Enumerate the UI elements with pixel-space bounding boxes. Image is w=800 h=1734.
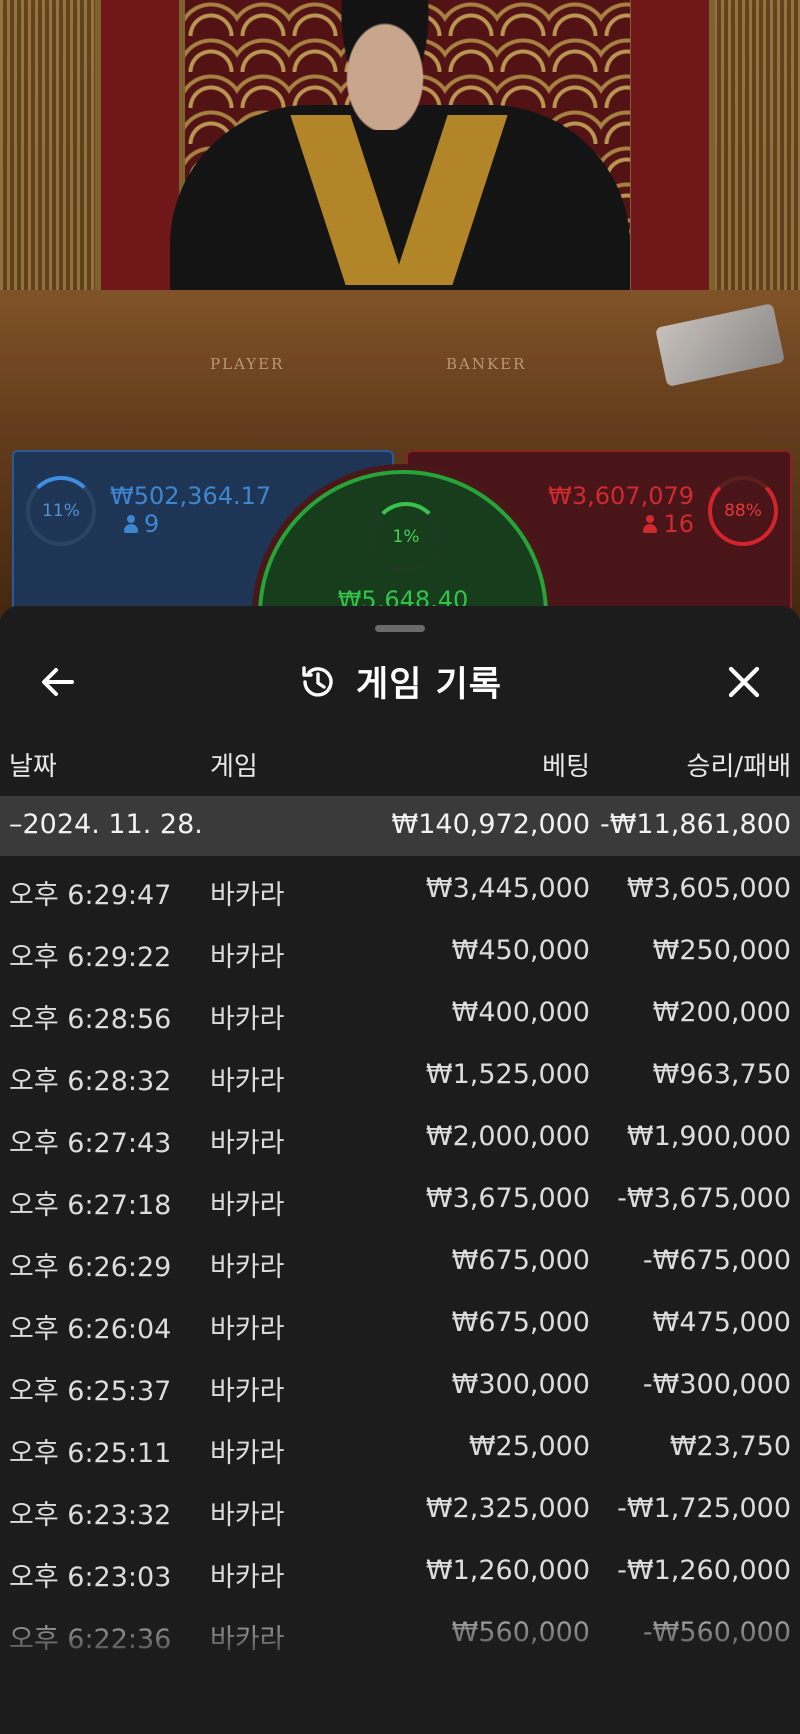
row-game: 바카라 <box>210 1562 285 1593</box>
tie-percent: 1% <box>392 527 420 547</box>
row-bet: ₩2,000,000 <box>425 1121 590 1152</box>
row-time: 오후 6:23:03 <box>9 1562 172 1593</box>
row-bet: ₩560,000 <box>451 1617 590 1648</box>
row-time: 오후 6:27:18 <box>9 1190 172 1221</box>
history-icon <box>302 665 333 697</box>
row-game: 바카라 <box>210 1314 285 1345</box>
close-icon <box>728 666 760 698</box>
player-percent-ring: 11% <box>26 476 96 546</box>
table-row[interactable]: 오후 6:22:36 바카라 ₩560,000 -₩560,000 <box>0 1600 800 1662</box>
row-time: 오후 6:23:32 <box>9 1500 172 1531</box>
row-bet: ₩3,675,000 <box>425 1183 590 1214</box>
table-row[interactable]: 오후 6:25:11 바카라 ₩25,000 ₩23,750 <box>0 1414 800 1476</box>
row-time: 오후 6:29:22 <box>9 942 172 973</box>
row-bet: ₩2,325,000 <box>425 1493 590 1524</box>
row-game: 바카라 <box>210 942 285 973</box>
row-result: ₩23,750 <box>669 1431 791 1462</box>
player-percent: 11% <box>42 501 80 521</box>
date-group-bet-total: ₩140,972,000 <box>391 809 590 840</box>
table-row[interactable]: 오후 6:28:56 바카라 ₩400,000 ₩200,000 <box>0 980 800 1042</box>
table-row[interactable]: 오후 6:27:43 바카라 ₩2,000,000 ₩1,900,000 <box>0 1104 800 1166</box>
game-history-sheet: 게임 기록 날짜 게임 베팅 승리/패배 –2024. 11. 28. ₩140… <box>0 606 800 1734</box>
table-row[interactable]: 오후 6:23:03 바카라 ₩1,260,000 -₩1,260,000 <box>0 1538 800 1600</box>
table-row[interactable]: 오후 6:23:32 바카라 ₩2,325,000 -₩1,725,000 <box>0 1476 800 1538</box>
row-game: 바카라 <box>210 1376 285 1407</box>
row-result: -₩1,725,000 <box>617 1493 791 1524</box>
sheet-drag-handle[interactable] <box>375 625 425 632</box>
row-result: -₩560,000 <box>642 1617 791 1648</box>
sheet-title-group: 게임 기록 <box>0 656 800 707</box>
table-row[interactable]: 오후 6:25:37 바카라 ₩300,000 -₩300,000 <box>0 1352 800 1414</box>
table-row[interactable]: 오후 6:28:32 바카라 ₩1,525,000 ₩963,750 <box>0 1042 800 1104</box>
row-result: ₩3,605,000 <box>626 873 791 904</box>
banker-percent: 88% <box>724 501 762 521</box>
row-bet: ₩675,000 <box>451 1307 590 1338</box>
row-bet: ₩1,525,000 <box>425 1059 590 1090</box>
row-bet: ₩25,000 <box>468 1431 590 1462</box>
row-bet: ₩450,000 <box>451 935 590 966</box>
row-game: 바카라 <box>210 1004 285 1035</box>
row-time: 오후 6:22:36 <box>9 1624 172 1655</box>
row-result: ₩1,900,000 <box>626 1121 791 1152</box>
banker-percent-ring: 88% <box>708 476 778 546</box>
banker-bet-amount: ₩3,607,079 <box>548 482 694 510</box>
table-row[interactable]: 오후 6:27:18 바카라 ₩3,675,000 -₩3,675,000 <box>0 1166 800 1228</box>
person-icon <box>643 515 658 533</box>
row-result: ₩250,000 <box>652 935 791 966</box>
row-bet: ₩400,000 <box>451 997 590 1028</box>
row-bet: ₩1,260,000 <box>425 1555 590 1586</box>
row-game: 바카라 <box>210 880 285 911</box>
live-dealer-video: PLAYER BANKER 11% ₩502,364.17 9 88% ₩3,6… <box>0 0 800 620</box>
row-game: 바카라 <box>210 1190 285 1221</box>
date-group-row[interactable]: –2024. 11. 28. ₩140,972,000 -₩11,861,800 <box>0 796 800 856</box>
column-header-game: 게임 <box>210 752 258 782</box>
row-result: -₩3,675,000 <box>617 1183 791 1214</box>
row-result: -₩300,000 <box>642 1369 791 1400</box>
row-game: 바카라 <box>210 1500 285 1531</box>
row-game: 바카라 <box>210 1128 285 1159</box>
table-row[interactable]: 오후 6:29:47 바카라 ₩3,445,000 ₩3,605,000 <box>0 856 800 918</box>
player-bet-amount: ₩502,364.17 <box>110 482 272 510</box>
row-result: ₩200,000 <box>652 997 791 1028</box>
row-bet: ₩675,000 <box>451 1245 590 1276</box>
column-header-date: 날짜 <box>9 752 57 782</box>
history-list: 오후 6:29:47 바카라 ₩3,445,000 ₩3,605,000 오후 6:29… <box>0 856 800 1662</box>
sheet-header: 게임 기록 <box>0 646 800 716</box>
person-icon <box>124 515 138 533</box>
row-bet: ₩300,000 <box>451 1369 590 1400</box>
banker-bettor-count-value: 16 <box>663 510 694 538</box>
sheet-title: 게임 기록 <box>356 665 502 705</box>
table-row[interactable]: 오후 6:29:22 바카라 ₩450,000 ₩250,000 <box>0 918 800 980</box>
row-result: -₩675,000 <box>642 1245 791 1276</box>
row-time: 오후 6:29:47 <box>9 880 172 911</box>
player-bettor-count-value: 9 <box>144 510 160 538</box>
close-button[interactable] <box>722 660 766 704</box>
row-game: 바카라 <box>210 1066 285 1097</box>
date-group-result-total: -₩11,861,800 <box>599 809 791 840</box>
date-group-date: –2024. 11. 28. <box>9 809 203 840</box>
row-time: 오후 6:26:04 <box>9 1314 172 1345</box>
row-time: 오후 6:27:43 <box>9 1128 172 1159</box>
history-table-header: 날짜 게임 베팅 승리/패배 <box>0 746 800 790</box>
row-result: ₩963,750 <box>652 1059 791 1090</box>
row-bet: ₩3,445,000 <box>425 873 590 904</box>
player-bettor-count: 9 <box>124 510 159 538</box>
table-row[interactable]: 오후 6:26:04 바카라 ₩675,000 ₩475,000 <box>0 1290 800 1352</box>
row-game: 바카라 <box>210 1624 285 1655</box>
row-game: 바카라 <box>210 1252 285 1283</box>
column-header-result: 승리/패배 <box>686 752 791 782</box>
banker-bettor-count: 16 <box>643 510 694 538</box>
table-row[interactable]: 오후 6:26:29 바카라 ₩675,000 -₩675,000 <box>0 1228 800 1290</box>
row-game: 바카라 <box>210 1438 285 1469</box>
row-time: 오후 6:28:56 <box>9 1004 172 1035</box>
row-time: 오후 6:25:37 <box>9 1376 172 1407</box>
row-result: -₩1,260,000 <box>617 1555 791 1586</box>
column-header-bet: 베팅 <box>542 752 590 782</box>
row-result: ₩475,000 <box>652 1307 791 1338</box>
row-time: 오후 6:28:32 <box>9 1066 172 1097</box>
tie-percent-ring: 1% <box>371 502 441 572</box>
row-time: 오후 6:26:29 <box>9 1252 172 1283</box>
row-time: 오후 6:25:11 <box>9 1438 172 1469</box>
